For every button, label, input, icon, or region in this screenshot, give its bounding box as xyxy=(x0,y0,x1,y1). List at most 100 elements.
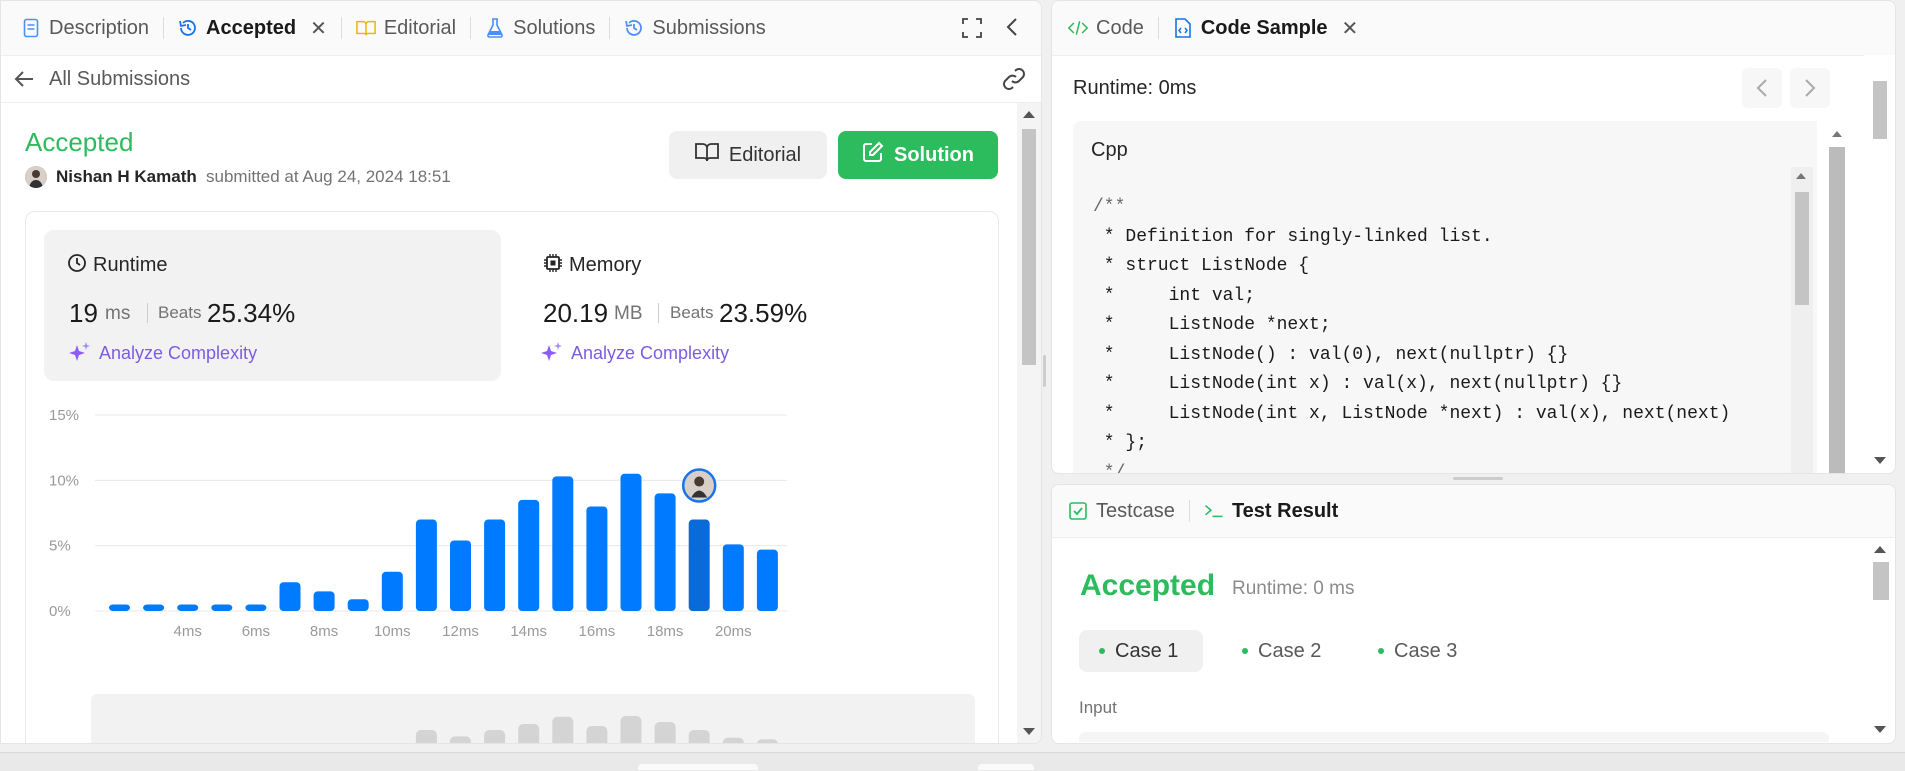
case-tab-1[interactable]: Case 1 xyxy=(1079,630,1203,672)
memory-beats-label: Beats xyxy=(670,303,714,322)
scroll-thumb[interactable] xyxy=(1829,147,1845,473)
scroll-up-arrow[interactable] xyxy=(1796,173,1806,179)
scroll-thumb[interactable] xyxy=(1873,562,1889,600)
editorial-button[interactable]: Editorial xyxy=(669,131,827,179)
chart-bar[interactable] xyxy=(688,519,710,611)
chart-bar[interactable] xyxy=(313,591,335,611)
chart-bar[interactable] xyxy=(381,571,403,611)
code-line[interactable]: * ListNode *next; xyxy=(1093,311,1730,341)
chart-bar[interactable] xyxy=(245,604,267,611)
collapse-icon[interactable] xyxy=(1005,16,1019,43)
tab-label: Test Result xyxy=(1231,499,1339,522)
chart-overview-strip[interactable] xyxy=(91,694,975,743)
chart-bar[interactable] xyxy=(756,549,778,611)
runtime-analyze-link[interactable]: Analyze Complexity xyxy=(99,343,257,364)
maximize-icon[interactable] xyxy=(961,17,983,44)
code-line[interactable]: * }; xyxy=(1093,429,1730,459)
tab-code-sample[interactable]: Code Sample ✕ xyxy=(1159,1,1372,55)
overview-bar xyxy=(654,722,676,743)
chart-bar[interactable] xyxy=(552,476,574,611)
solution-button[interactable]: Solution xyxy=(838,131,998,179)
bottom-strip-tab[interactable] xyxy=(638,764,758,770)
close-icon[interactable]: ✕ xyxy=(1342,16,1359,41)
chart-bar[interactable] xyxy=(620,473,642,611)
code-line[interactable]: * ListNode(int x, ListNode *next) : val(… xyxy=(1093,400,1731,430)
result-scrollbar[interactable] xyxy=(1864,538,1895,743)
tab-label: Editorial xyxy=(383,16,457,39)
tab-label: Solutions xyxy=(513,16,596,39)
chart-bar[interactable] xyxy=(450,540,471,611)
x-tick-label: 16ms xyxy=(579,623,616,640)
terminal-icon xyxy=(1204,501,1224,521)
overview-bar xyxy=(586,726,608,743)
scroll-up-arrow[interactable] xyxy=(1874,546,1886,553)
scroll-up-arrow[interactable] xyxy=(1832,131,1842,137)
avatar[interactable] xyxy=(25,166,47,188)
chart-bar[interactable] xyxy=(177,604,199,611)
code-line[interactable]: * ListNode(int x) : val(x), next(nullptr… xyxy=(1093,370,1730,400)
code-line[interactable]: * Definition for singly-linked list. xyxy=(1093,223,1730,253)
memory-value: 20.19 xyxy=(543,298,609,328)
scroll-up-arrow[interactable] xyxy=(1023,111,1035,118)
chart-bar[interactable] xyxy=(211,604,233,611)
tab-accepted[interactable]: Accepted ✕ xyxy=(164,1,341,55)
link-icon[interactable] xyxy=(1001,68,1027,95)
bottom-strip-tab[interactable] xyxy=(978,764,1034,770)
runtime-distribution-chart[interactable]: 15% 10% 5% 0% 4ms 6ms 8ms 10ms 12ms 14ms 16ms 18ms 2… xyxy=(25,391,997,671)
scroll-down-arrow[interactable] xyxy=(1874,457,1886,464)
vertical-splitter-handle[interactable] xyxy=(1043,355,1046,387)
tab-label: Code Sample xyxy=(1200,16,1328,39)
tab-editorial[interactable]: Editorial xyxy=(342,1,470,55)
left-scrollbar[interactable] xyxy=(1017,103,1041,743)
input-box[interactable] xyxy=(1079,732,1829,742)
tab-testcase[interactable]: Testcase xyxy=(1052,485,1189,537)
chart-bar[interactable] xyxy=(109,604,130,611)
code-outer-scrollbar[interactable] xyxy=(1817,121,1857,473)
chart-bar[interactable] xyxy=(586,506,608,611)
case-tab-3[interactable]: Case 3 xyxy=(1358,630,1477,672)
prev-button[interactable] xyxy=(1742,68,1782,108)
code-line[interactable]: * struct ListNode { xyxy=(1093,252,1730,282)
code-panel-scrollbar[interactable] xyxy=(1864,55,1895,473)
overview-bar xyxy=(415,730,437,743)
code-block[interactable]: Cpp /** * Definition for singly-linked l… xyxy=(1073,121,1857,473)
close-icon[interactable]: ✕ xyxy=(310,16,327,41)
code-line[interactable]: * ListNode() : val(0), next(nullptr) {} xyxy=(1093,341,1730,371)
chart-bar[interactable] xyxy=(484,519,506,611)
chart-bar[interactable] xyxy=(279,582,301,611)
solution-button-label: Solution xyxy=(894,143,974,166)
horizontal-splitter-handle[interactable] xyxy=(1453,477,1503,480)
x-tick-label: 18ms xyxy=(647,623,684,640)
scroll-down-arrow[interactable] xyxy=(1023,728,1035,735)
chart-bar[interactable] xyxy=(347,599,369,611)
back-arrow-icon[interactable] xyxy=(13,69,35,94)
scroll-down-arrow[interactable] xyxy=(1874,726,1886,733)
scroll-thumb[interactable] xyxy=(1795,192,1809,305)
code-line[interactable]: /** xyxy=(1093,193,1730,223)
scroll-thumb[interactable] xyxy=(1022,129,1036,365)
tab-code[interactable]: Code xyxy=(1052,1,1158,55)
all-submissions-link[interactable]: All Submissions xyxy=(49,68,190,91)
chart-bar[interactable] xyxy=(722,544,744,611)
memory-analyze-link[interactable]: Analyze Complexity xyxy=(571,343,729,364)
case-tab-2[interactable]: Case 2 xyxy=(1222,630,1341,672)
chart-bar[interactable] xyxy=(654,493,676,611)
tab-description[interactable]: Description xyxy=(1,1,163,55)
code-line[interactable]: * int val; xyxy=(1093,282,1730,312)
user-avatar-marker[interactable] xyxy=(681,468,717,503)
scroll-thumb[interactable] xyxy=(1873,81,1887,139)
tab-test-result[interactable]: Test Result xyxy=(1190,485,1352,537)
code-lines[interactable]: /** * Definition for singly-linked list.… xyxy=(1093,193,1730,473)
overview-bar xyxy=(620,716,642,743)
chart-bar[interactable] xyxy=(143,604,165,611)
overview-bar xyxy=(518,724,540,743)
next-button[interactable] xyxy=(1790,68,1830,108)
chart-bar[interactable] xyxy=(415,519,437,611)
tab-solutions[interactable]: Solutions xyxy=(471,1,609,55)
runtime-beats-value: 25.34% xyxy=(207,298,296,328)
code-line[interactable]: */ xyxy=(1093,459,1730,474)
submitter-name[interactable]: Nishan H Kamath xyxy=(56,167,197,187)
code-inner-scrollbar[interactable] xyxy=(1791,167,1813,473)
chart-bar[interactable] xyxy=(518,499,540,611)
tab-submissions[interactable]: Submissions xyxy=(610,1,779,55)
